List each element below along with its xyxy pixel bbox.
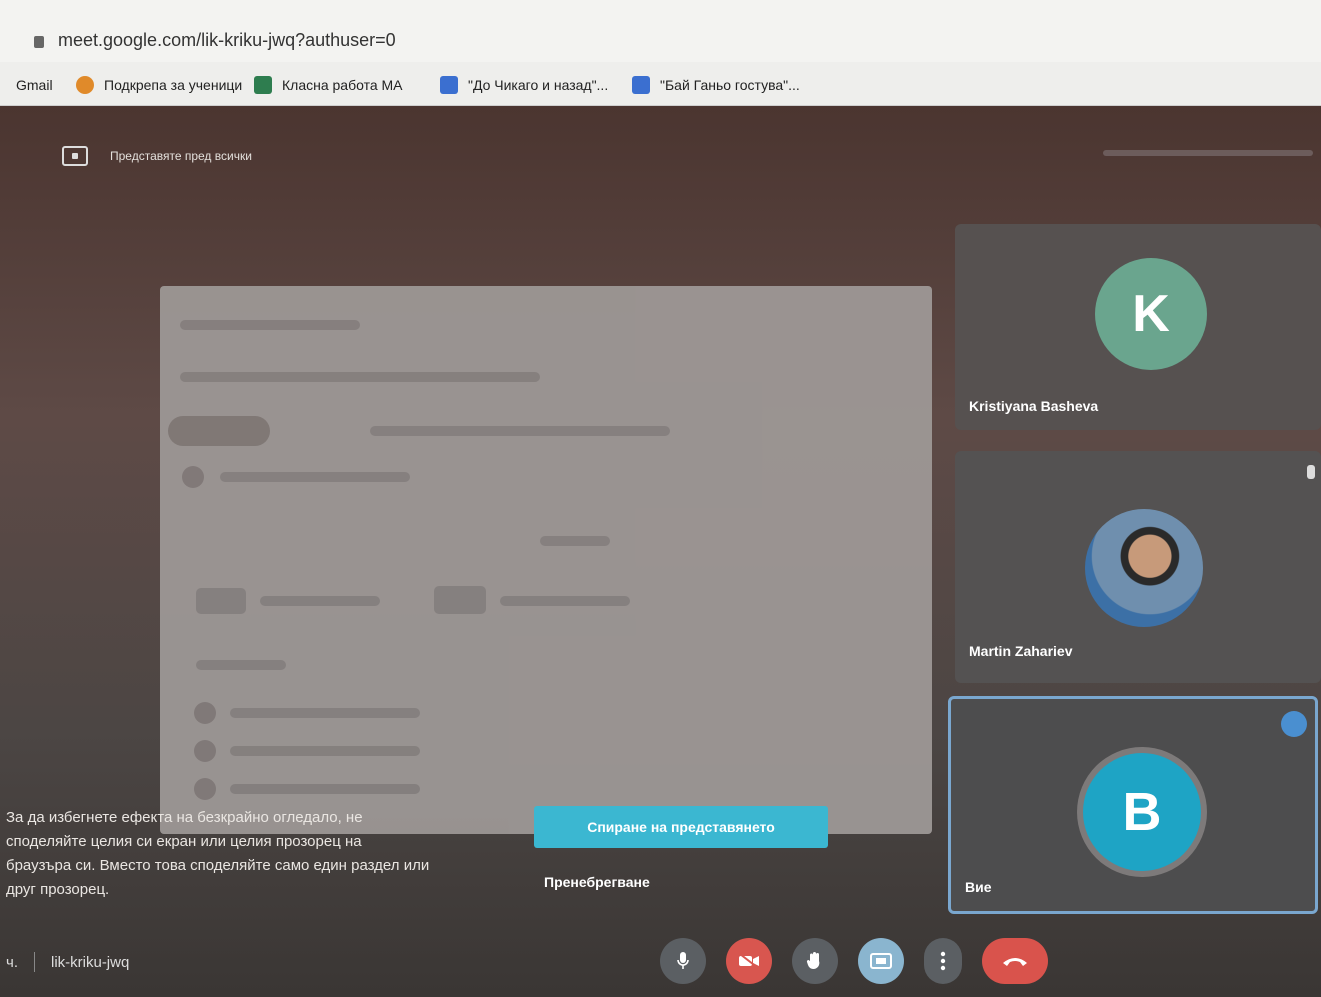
meeting-info: ч. lik-kriku-jwq bbox=[6, 952, 129, 972]
blurred-avatar bbox=[182, 466, 204, 488]
bookmark-label: Подкрепа за ученици bbox=[104, 77, 243, 93]
microphone-icon bbox=[677, 952, 689, 969]
lock-icon bbox=[34, 36, 44, 48]
call-controls bbox=[660, 938, 1068, 984]
blurred-line bbox=[220, 472, 410, 482]
meeting-code[interactable]: lik-kriku-jwq bbox=[51, 954, 129, 971]
bookmark-label: "До Чикаго и назад"... bbox=[468, 77, 609, 93]
blurred-line bbox=[540, 536, 610, 546]
participant-photo bbox=[1085, 509, 1203, 627]
blurred-line bbox=[196, 660, 286, 670]
microphone-button[interactable] bbox=[660, 938, 706, 984]
present-button[interactable] bbox=[858, 938, 904, 984]
infinite-mirror-notice: За да избегнете ефекта на безкрайно огле… bbox=[6, 806, 526, 902]
screen-root: meet.google.com/lik-kriku-jwq?authuser=0… bbox=[0, 0, 1321, 997]
bookmark-classroom[interactable]: Класна работа МА bbox=[254, 74, 403, 96]
orange-dot-icon bbox=[76, 76, 94, 94]
self-tile[interactable]: B Вие bbox=[948, 696, 1318, 914]
blurred-line bbox=[230, 746, 420, 756]
time-fragment: ч. bbox=[6, 953, 18, 971]
classroom-icon bbox=[254, 76, 272, 94]
notice-line: друг прозорец. bbox=[6, 881, 110, 898]
avatar: B bbox=[1083, 753, 1201, 871]
bookmark-gmail[interactable]: Gmail bbox=[16, 74, 53, 96]
avatar: K bbox=[1095, 258, 1207, 370]
bookmark-doc-chicago[interactable]: "До Чикаго и назад"... bbox=[440, 74, 608, 96]
notice-line: браузъра си. Вместо това споделяйте само… bbox=[6, 857, 430, 874]
bookmark-support[interactable]: Подкрепа за ученици bbox=[76, 74, 242, 96]
doc-icon bbox=[440, 76, 458, 94]
more-options-button[interactable] bbox=[924, 938, 962, 984]
blurred-line bbox=[230, 708, 420, 718]
participant-tile[interactable]: Martin Zahariev bbox=[955, 451, 1321, 683]
blurred-avatar bbox=[194, 740, 216, 762]
shared-screen-preview bbox=[160, 286, 932, 834]
blurred-image bbox=[434, 586, 486, 614]
present-screen-icon bbox=[62, 146, 88, 166]
presenting-banner-text: Представяте пред всички bbox=[110, 149, 252, 163]
blurred-button bbox=[168, 416, 270, 446]
participant-name: Kristiyana Basheva bbox=[969, 398, 1099, 414]
bookmarks-bar: Gmail Подкрепа за ученици Класна работа … bbox=[0, 62, 1321, 106]
participant-tile[interactable]: K Kristiyana Basheva bbox=[955, 224, 1321, 430]
hang-up-icon bbox=[1003, 958, 1027, 966]
blurred-avatar bbox=[194, 778, 216, 800]
divider bbox=[33, 952, 35, 972]
doc-icon bbox=[632, 76, 650, 94]
presenting-banner: Представяте пред всички bbox=[62, 146, 252, 166]
dismiss-button[interactable]: Пренебрегване bbox=[544, 874, 650, 890]
speaking-indicator-icon bbox=[1281, 711, 1307, 737]
address-field[interactable]: meet.google.com/lik-kriku-jwq?authuser=0 bbox=[58, 30, 396, 51]
camera-button[interactable] bbox=[726, 938, 772, 984]
participant-name: Вие bbox=[965, 879, 992, 895]
blurred-line bbox=[500, 596, 630, 606]
present-screen-icon bbox=[870, 953, 892, 969]
more-vert-icon bbox=[940, 951, 946, 971]
bookmark-label: "Бай Ганьо гостува"... bbox=[660, 77, 800, 93]
bookmark-label: Класна работа МА bbox=[282, 77, 403, 93]
stop-presenting-button[interactable]: Спиране на представянето bbox=[534, 806, 828, 848]
blurred-image bbox=[196, 588, 246, 614]
blurred-line bbox=[180, 372, 540, 382]
blurred-line bbox=[230, 784, 420, 794]
bookmark-label: Gmail bbox=[16, 77, 53, 93]
meet-stage: Представяте пред всички За да избегнете … bbox=[0, 106, 1321, 997]
participant-name: Martin Zahariev bbox=[969, 643, 1073, 659]
bookmark-doc-baiganyo[interactable]: "Бай Ганьо гостува"... bbox=[632, 74, 800, 96]
blurred-header-text bbox=[1103, 150, 1313, 156]
blurred-avatar bbox=[194, 702, 216, 724]
camera-off-icon bbox=[739, 953, 759, 969]
raise-hand-button[interactable] bbox=[792, 938, 838, 984]
notice-line: За да избегнете ефекта на безкрайно огле… bbox=[6, 809, 363, 826]
leave-call-button[interactable] bbox=[982, 938, 1048, 984]
blurred-line bbox=[370, 426, 670, 436]
hand-icon bbox=[806, 952, 820, 970]
blurred-line bbox=[260, 596, 380, 606]
notice-line: споделяйте целия си екран или целия проз… bbox=[6, 833, 362, 850]
blurred-line bbox=[180, 320, 360, 330]
mic-icon bbox=[1307, 465, 1315, 479]
browser-url-bar: meet.google.com/lik-kriku-jwq?authuser=0 bbox=[0, 0, 1321, 62]
